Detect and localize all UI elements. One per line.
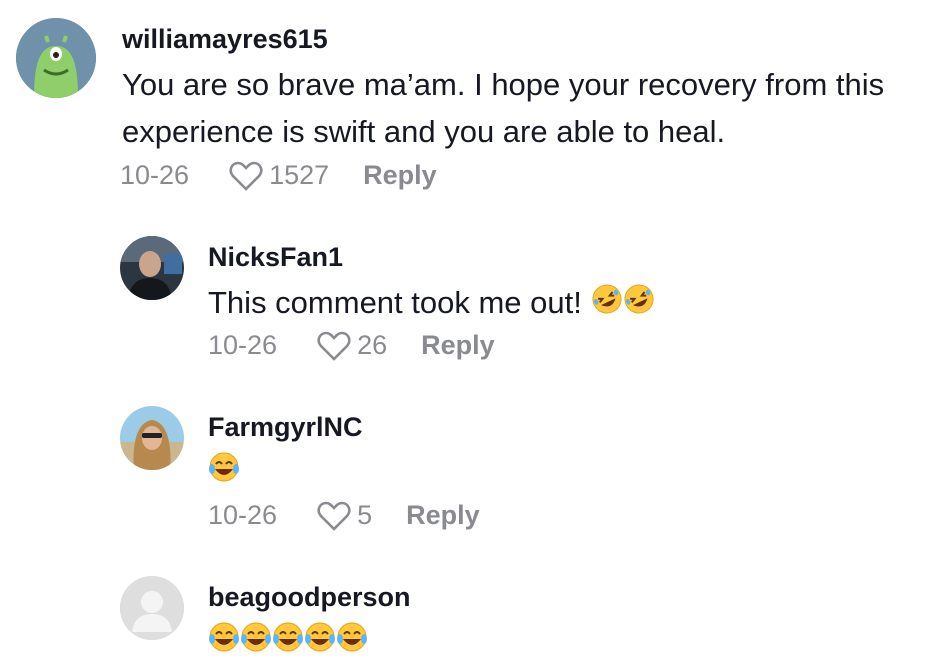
rolling-on-floor-laughing-icon: [623, 281, 655, 328]
like-count: 5: [357, 500, 373, 530]
heart-icon: [229, 161, 263, 191]
rolling-on-floor-laughing-icon: [591, 281, 623, 328]
like-button[interactable]: 5: [317, 500, 372, 531]
reply-button[interactable]: Reply: [421, 330, 495, 361]
avatar[interactable]: [120, 236, 184, 300]
comment-date: 10-26: [208, 500, 278, 530]
person-photo-icon: [120, 406, 184, 470]
face-with-tears-of-joy-icon: [304, 619, 336, 666]
avatar[interactable]: [16, 18, 96, 98]
reply-button[interactable]: Reply: [406, 500, 480, 531]
like-button[interactable]: 26: [317, 330, 387, 361]
heart-icon: [317, 501, 351, 531]
heart-icon: [317, 331, 351, 361]
comment-text: [208, 447, 240, 496]
comment-username[interactable]: FarmgyrlNC: [208, 412, 363, 443]
like-button[interactable]: 1527: [229, 160, 329, 191]
comment-text: This comment took me out!: [208, 279, 655, 328]
avatar[interactable]: [120, 576, 184, 640]
comment-meta: 10-26 26 Reply: [208, 330, 495, 361]
comment-text-line-1: You are so brave ma’am. I hope your reco…: [122, 67, 885, 102]
comment-username[interactable]: beagoodperson: [208, 582, 411, 613]
face-with-tears-of-joy-icon: [272, 619, 304, 666]
face-with-tears-of-joy-icon: [208, 619, 240, 666]
reply-button[interactable]: Reply: [363, 160, 437, 191]
face-with-tears-of-joy-icon: [240, 619, 272, 666]
comment-username[interactable]: williamayres615: [122, 24, 328, 55]
default-avatar-icon: [120, 576, 184, 640]
avatar[interactable]: [120, 406, 184, 470]
comment-meta: 10-26 5 Reply: [208, 500, 480, 531]
monster-avatar-icon: [16, 18, 96, 98]
comment-text: [208, 617, 368, 666]
like-count: 26: [357, 330, 388, 360]
comment-date: 10-26: [120, 160, 190, 190]
comment-text-content: This comment took me out!: [208, 285, 582, 320]
face-with-tears-of-joy-icon: [336, 619, 368, 666]
comment-text-line-2: experience is swift and you are able to …: [122, 114, 726, 149]
comment-username[interactable]: NicksFan1: [208, 242, 343, 273]
comment-date: 10-26: [208, 330, 278, 360]
comment-meta: 10-26 1527 Reply: [120, 160, 437, 191]
like-count: 1527: [269, 160, 330, 190]
face-with-tears-of-joy-icon: [208, 449, 240, 496]
person-photo-icon: [120, 236, 184, 300]
